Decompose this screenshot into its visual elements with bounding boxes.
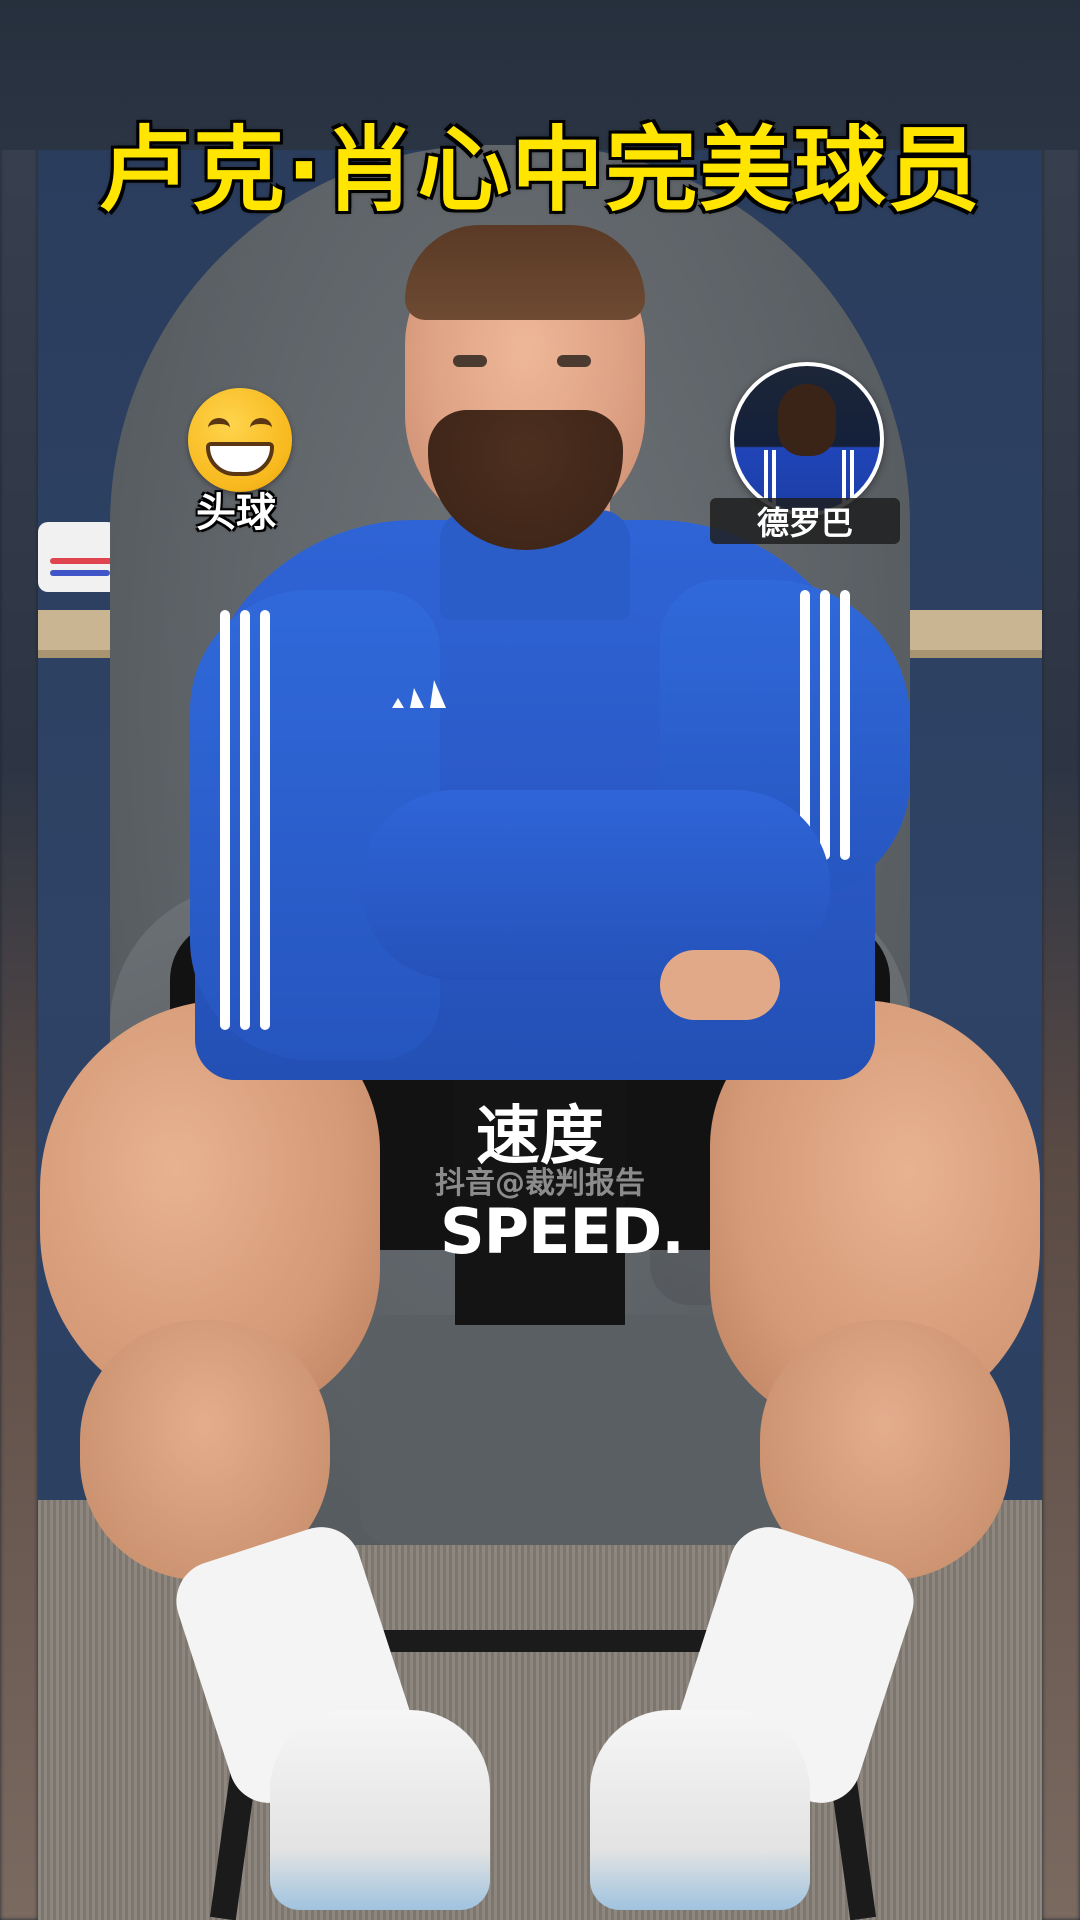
sleeve-stripe (220, 610, 230, 1030)
left-blur-border (0, 0, 38, 1920)
sleeve-stripe (820, 590, 830, 860)
caption-english: SPEED. (440, 1195, 685, 1268)
right-sneaker (590, 1710, 810, 1910)
shoe-stripe (50, 570, 110, 576)
emoji-eye (250, 418, 272, 438)
sleeve-stripe (840, 590, 850, 860)
emoji-eye (208, 418, 230, 438)
avatar-name-tag: 德罗巴 (710, 498, 900, 544)
right-blur-border (1042, 0, 1080, 1920)
eye (557, 355, 591, 367)
sleeve-stripe (240, 610, 250, 1030)
video-title: 卢克·肖心中完美球员 (98, 117, 982, 224)
hand (660, 950, 780, 1020)
hair (405, 225, 645, 320)
sleeve-stripe (260, 610, 270, 1030)
adidas-logo-icon (392, 680, 446, 708)
avatar-head (778, 384, 836, 456)
player-avatar (730, 362, 884, 516)
video-frame (0, 0, 1080, 1920)
grinning-face-icon (188, 388, 292, 492)
left-sneaker (270, 1710, 490, 1910)
emoji-label: 头球 (196, 490, 276, 536)
eye (453, 355, 487, 367)
emoji-mouth (206, 442, 274, 476)
crossed-arms (360, 790, 830, 980)
